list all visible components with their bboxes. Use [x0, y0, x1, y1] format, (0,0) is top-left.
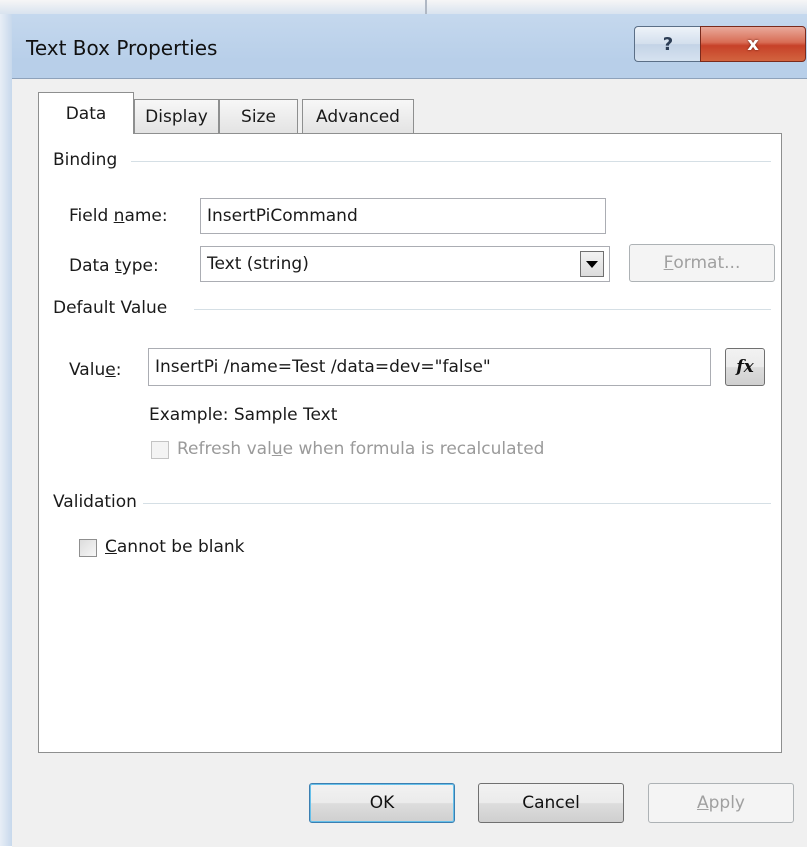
cannot-be-blank-checkbox[interactable]: [79, 539, 97, 557]
help-icon: ?: [662, 33, 674, 55]
chevron-down-icon: [586, 260, 598, 268]
tab-label: Display: [145, 106, 208, 127]
example-text: Example: Sample Text: [149, 405, 338, 425]
tab-advanced[interactable]: Advanced: [302, 99, 414, 133]
data-type-selected: Text (string): [207, 254, 309, 274]
cannot-be-blank-label: Cannot be blank: [105, 537, 245, 557]
window-title: Text Box Properties: [26, 36, 218, 60]
data-type-dropdown-button[interactable]: [580, 251, 604, 277]
value-label: Value:: [69, 360, 122, 380]
validation-divider: [143, 503, 771, 504]
close-button[interactable]: x: [700, 26, 806, 62]
data-type-select[interactable]: Text (string): [200, 246, 610, 282]
tab-label: Size: [241, 106, 276, 127]
default-value-group-label: Default Value: [53, 298, 170, 318]
refresh-value-label: Refresh value when formula is recalculat…: [177, 439, 545, 459]
cancel-button[interactable]: Cancel: [478, 783, 624, 823]
format-button[interactable]: Format...: [629, 244, 775, 282]
validation-group-label: Validation: [53, 492, 139, 512]
field-name-input[interactable]: InsertPiCommand: [200, 198, 606, 234]
data-type-label: Data type:: [69, 256, 159, 276]
tab-display[interactable]: Display: [134, 99, 219, 133]
default-value-divider: [194, 309, 771, 310]
tab-size[interactable]: Size: [219, 99, 298, 133]
background-separator: [425, 0, 427, 14]
function-icon: fx: [736, 357, 754, 377]
tab-data[interactable]: Data: [38, 92, 134, 134]
tab-panel-data: Binding Field name: InsertPiCommand Data…: [38, 133, 782, 753]
dialog-body: Data Display Size Advanced Binding Field…: [12, 78, 807, 847]
formula-button[interactable]: fx: [725, 348, 765, 386]
background-strip: [0, 0, 807, 14]
refresh-value-checkbox[interactable]: [151, 441, 169, 459]
binding-group-label: Binding: [53, 150, 120, 170]
apply-button[interactable]: Apply: [648, 783, 794, 823]
binding-divider: [131, 161, 771, 162]
close-icon: x: [747, 33, 759, 55]
ok-button[interactable]: OK: [309, 783, 455, 823]
tab-label: Advanced: [316, 106, 400, 127]
tab-label: Data: [65, 103, 107, 124]
title-bar[interactable]: Text Box Properties ? x: [12, 14, 807, 78]
window-left-edge: [0, 0, 12, 846]
default-value-input[interactable]: InsertPi /name=Test /data=dev="false": [148, 348, 711, 386]
field-name-label: Field name:: [69, 206, 168, 226]
dialog-window: Text Box Properties ? x Data Display Siz…: [0, 0, 807, 847]
help-button[interactable]: ?: [634, 26, 701, 62]
